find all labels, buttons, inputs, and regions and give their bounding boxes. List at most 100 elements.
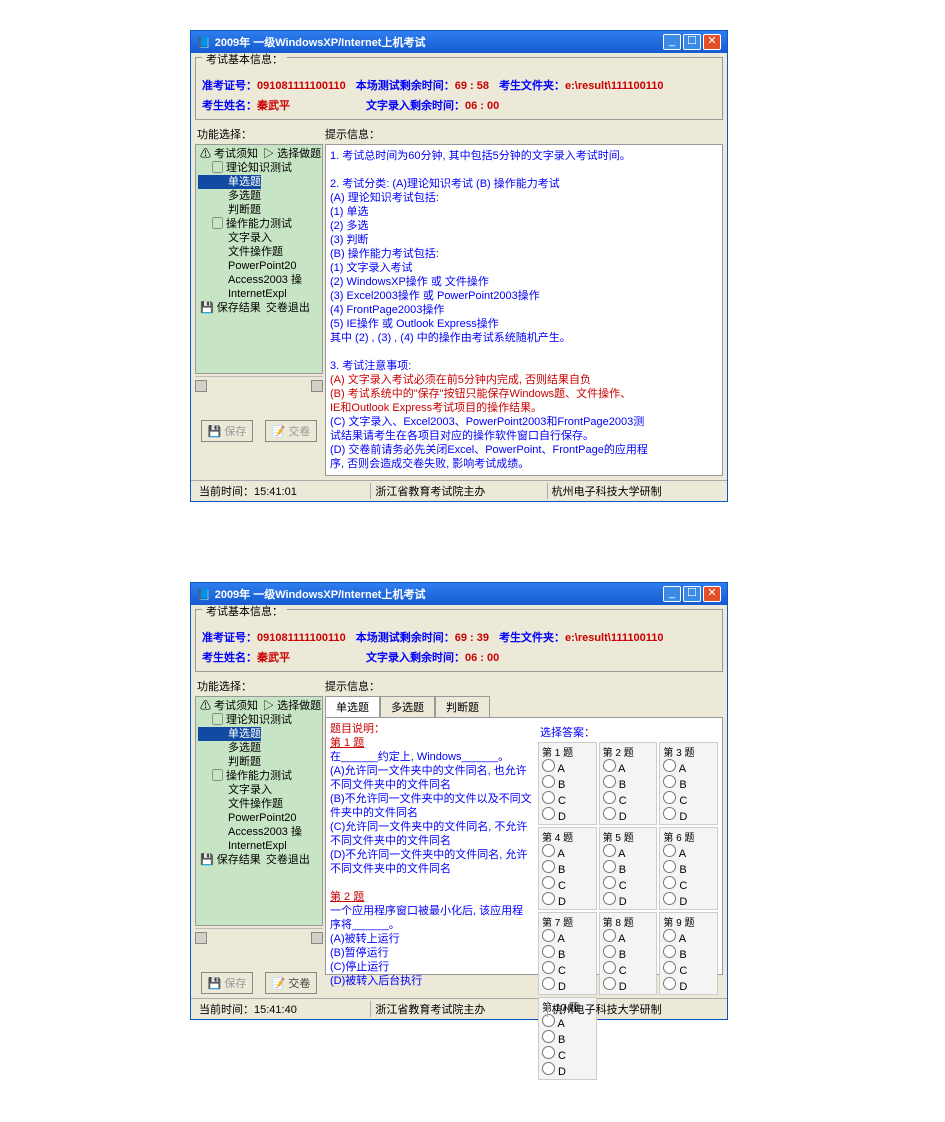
answer-option[interactable]: A	[542, 929, 593, 945]
tab-single[interactable]: 单选题	[325, 696, 380, 717]
answer-option[interactable]: B	[542, 945, 593, 961]
answer-option[interactable]: C	[542, 791, 593, 807]
question-area: 题目说明： 第 1 题 在______约定上, Windows______。 (…	[325, 717, 723, 975]
answer-option[interactable]: A	[663, 844, 714, 860]
save-button[interactable]: 💾 保存	[201, 420, 254, 442]
tree-type[interactable]: 文字录入	[198, 783, 272, 797]
minimize-button[interactable]: _	[663, 34, 681, 50]
tree-multi[interactable]: 多选题	[198, 189, 261, 203]
tab-judge[interactable]: 判断题	[435, 696, 490, 717]
tab-multi[interactable]: 多选题	[380, 696, 435, 717]
answer-option[interactable]: B	[542, 860, 593, 876]
answer-option[interactable]: B	[542, 1030, 593, 1046]
tree-file[interactable]: 文件操作题	[198, 797, 283, 811]
label-zh: 准考证号：	[202, 80, 257, 92]
tree-single[interactable]: 单选题	[198, 727, 261, 741]
answer-option[interactable]: B	[663, 860, 714, 876]
tree-ie[interactable]: InternetExpl	[198, 839, 287, 853]
submit-button[interactable]: 📝 交卷	[265, 972, 318, 994]
answer-option[interactable]: A	[542, 844, 593, 860]
answer-option[interactable]: B	[663, 775, 714, 791]
answer-option[interactable]: D	[542, 977, 593, 993]
answer-option[interactable]: D	[663, 977, 714, 993]
answer-option[interactable]: B	[663, 945, 714, 961]
tree-intro[interactable]: ⚠ 考试须知	[198, 147, 258, 161]
answer-option[interactable]: D	[542, 892, 593, 908]
answer-cell-q8: 第 8 题 A B C D	[599, 912, 658, 995]
maximize-button[interactable]: ☐	[683, 586, 701, 602]
nav-tree[interactable]: ⚠ 考试须知 ▷ 选择做题 ▢ 理论知识测试 单选题 多选题 判断题 ▢ 操作能…	[195, 696, 323, 926]
tree-exit[interactable]: 交卷退出	[264, 853, 310, 867]
tree-intro[interactable]: ⚠ 考试须知	[198, 699, 258, 713]
answer-option[interactable]: B	[603, 945, 654, 961]
label-zh: 准考证号：	[202, 632, 257, 644]
answer-option[interactable]: C	[663, 961, 714, 977]
titlebar: 📘2009年 一级WindowsXP/Internet上机考试 _ ☐ ✕	[191, 583, 727, 605]
tree-scrollbar[interactable]	[195, 376, 323, 392]
tree-save[interactable]: 💾 保存结果	[198, 853, 261, 867]
tree-ie[interactable]: InternetExpl	[198, 287, 287, 301]
tree-access[interactable]: Access2003 操	[198, 825, 302, 839]
answer-option[interactable]: A	[663, 759, 714, 775]
answer-cell-q3: 第 3 题 A B C D	[659, 742, 718, 825]
submit-button[interactable]: 📝 交卷	[265, 420, 318, 442]
answer-option[interactable]: D	[663, 892, 714, 908]
tree-theory[interactable]: ▢ 理论知识测试	[198, 713, 292, 727]
answer-cell-q2: 第 2 题 A B C D	[599, 742, 658, 825]
answer-option[interactable]: C	[603, 876, 654, 892]
tree-select[interactable]: ▷ 选择做题	[261, 699, 321, 713]
answer-option[interactable]: D	[603, 807, 654, 823]
answer-option[interactable]: C	[542, 1046, 593, 1062]
nav-tree[interactable]: ⚠ 考试须知 ▷ 选择做题 ▢ 理论知识测试 单选题 多选题 判断题 ▢ 操作能…	[195, 144, 323, 374]
val-wj: e:\result\111100110	[565, 80, 663, 92]
tree-single[interactable]: 单选题	[198, 175, 261, 189]
answer-option[interactable]: B	[603, 860, 654, 876]
answer-option[interactable]: C	[603, 961, 654, 977]
tree-ppt[interactable]: PowerPoint20	[198, 811, 297, 825]
answer-option[interactable]: B	[603, 775, 654, 791]
tree-judge[interactable]: 判断题	[198, 755, 261, 769]
tree-scrollbar[interactable]	[195, 928, 323, 944]
tree-op[interactable]: ▢ 操作能力测试	[198, 217, 292, 231]
answer-option[interactable]: C	[663, 876, 714, 892]
tree-file[interactable]: 文件操作题	[198, 245, 283, 259]
answer-option[interactable]: D	[542, 807, 593, 823]
tree-multi[interactable]: 多选题	[198, 741, 261, 755]
answer-option[interactable]: D	[542, 1062, 593, 1078]
tree-exit[interactable]: 交卷退出	[264, 301, 310, 315]
answer-option[interactable]: C	[542, 876, 593, 892]
nav-legend: 功能选择：	[195, 124, 323, 144]
tree-access[interactable]: Access2003 操	[198, 273, 302, 287]
answer-option[interactable]: A	[663, 929, 714, 945]
answer-option[interactable]: C	[542, 961, 593, 977]
close-button[interactable]: ✕	[703, 34, 721, 50]
answer-option[interactable]: D	[603, 977, 654, 993]
answer-option[interactable]: D	[603, 892, 654, 908]
label-wj: 考生文件夹：	[499, 80, 565, 92]
save-button[interactable]: 💾 保存	[201, 972, 254, 994]
answer-option[interactable]: A	[542, 759, 593, 775]
answer-option[interactable]: A	[603, 844, 654, 860]
maximize-button[interactable]: ☐	[683, 34, 701, 50]
answer-option[interactable]: C	[663, 791, 714, 807]
minimize-button[interactable]: _	[663, 586, 681, 602]
tree-type[interactable]: 文字录入	[198, 231, 272, 245]
answer-option[interactable]: A	[603, 759, 654, 775]
status-org: 浙江省教育考试院主办	[371, 483, 547, 499]
answer-option[interactable]: C	[603, 791, 654, 807]
val-wz: 06 : 00	[465, 652, 499, 664]
tip-header: 提示信息：	[325, 124, 723, 144]
tree-theory[interactable]: ▢ 理论知识测试	[198, 161, 292, 175]
tree-op[interactable]: ▢ 操作能力测试	[198, 769, 292, 783]
answer-option[interactable]: D	[663, 807, 714, 823]
tree-ppt[interactable]: PowerPoint20	[198, 259, 297, 273]
label-wj: 考生文件夹：	[499, 632, 565, 644]
tree-judge[interactable]: 判断题	[198, 203, 261, 217]
answer-option[interactable]: A	[603, 929, 654, 945]
q1-title: 第 1 题	[330, 736, 534, 750]
exam-info-panel: 考试基本信息： 准考证号：091081111100110 本场测试剩余时间：69…	[195, 57, 723, 120]
tree-select[interactable]: ▷ 选择做题	[261, 147, 321, 161]
tree-save[interactable]: 💾 保存结果	[198, 301, 261, 315]
close-button[interactable]: ✕	[703, 586, 721, 602]
answer-option[interactable]: B	[542, 775, 593, 791]
